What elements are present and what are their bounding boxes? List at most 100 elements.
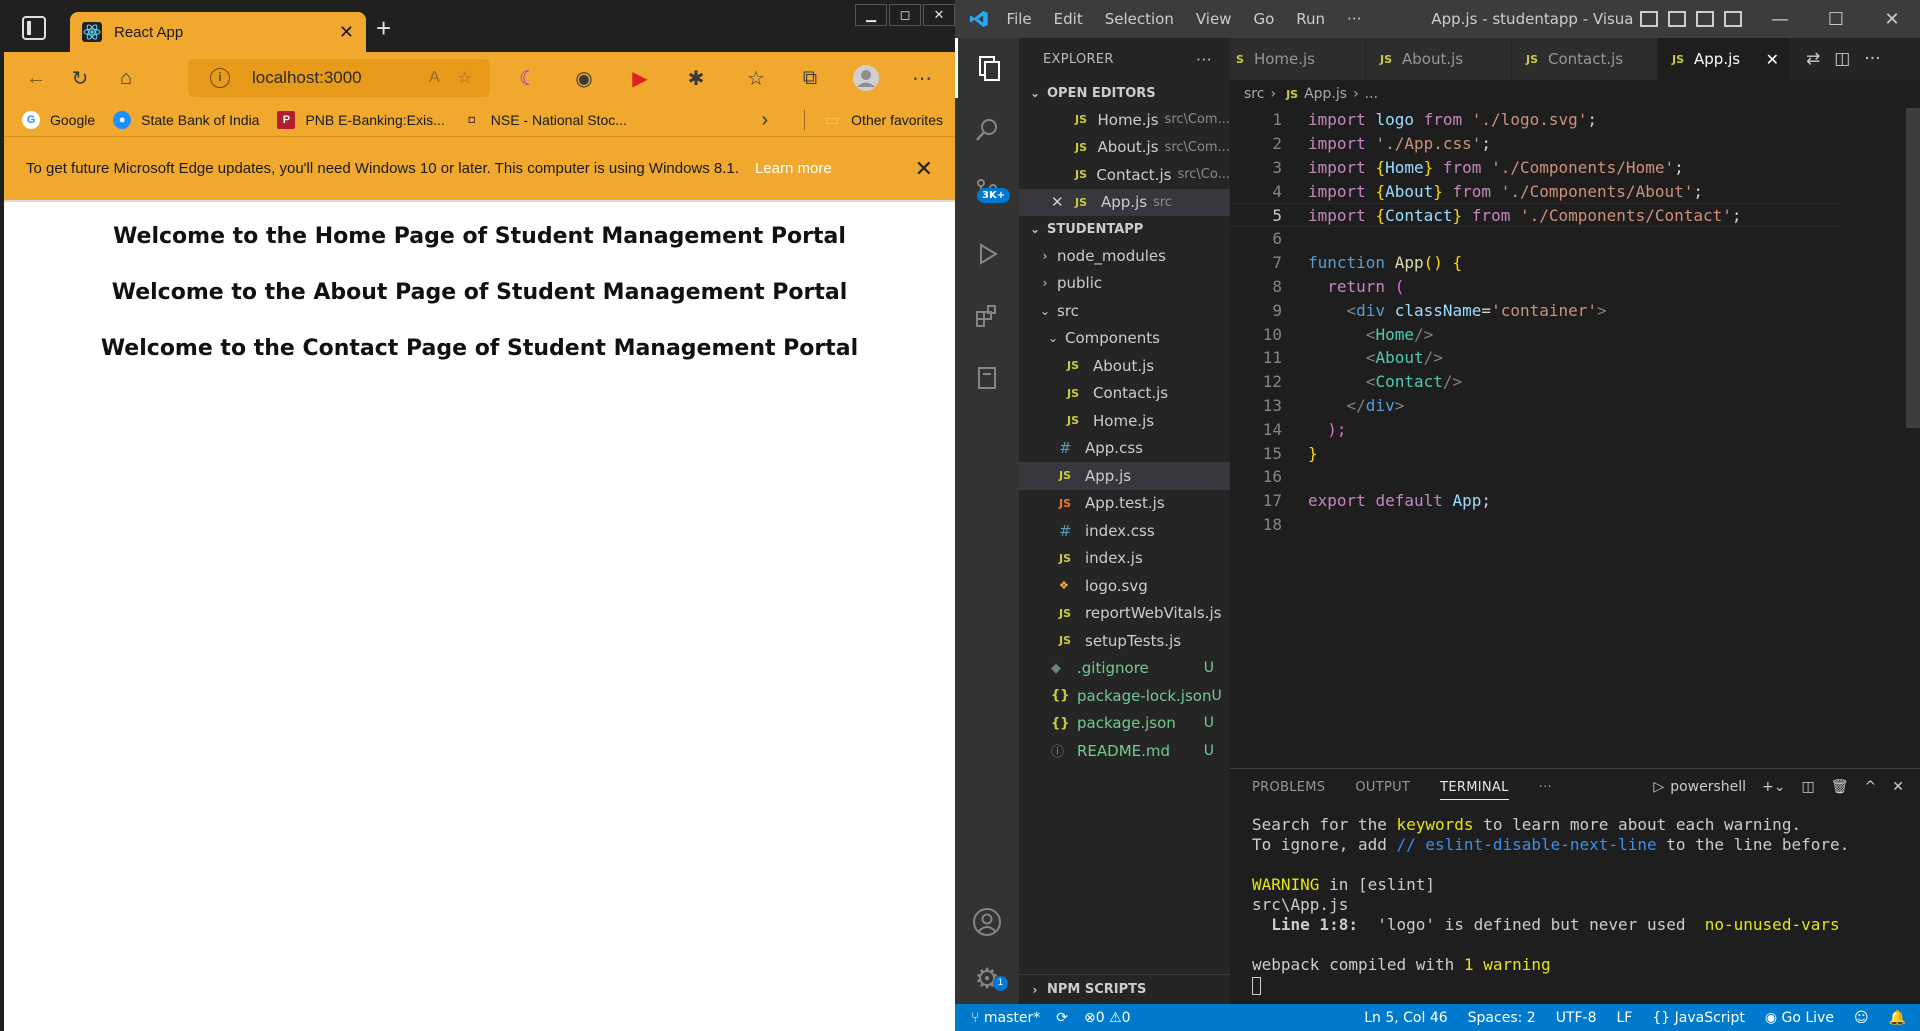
file-item-active[interactable]: JS App.js — [1019, 462, 1230, 490]
menu-edit[interactable]: Edit — [1054, 10, 1083, 28]
close-tab-icon[interactable]: ✕ — [1766, 50, 1779, 69]
file-item[interactable]: # App.css — [1019, 435, 1230, 463]
folder-src[interactable]: ⌄ src — [1019, 297, 1230, 325]
menu-selection[interactable]: Selection — [1105, 10, 1174, 28]
vs-minimize-icon[interactable]: — — [1752, 9, 1808, 30]
vs-close-icon[interactable]: ✕ — [1864, 9, 1920, 30]
toggle-sidebar-icon[interactable] — [1640, 11, 1658, 27]
refresh-icon[interactable]: ↻ — [66, 64, 94, 92]
extensions-icon[interactable] — [955, 286, 1019, 346]
favorite-sbi[interactable]: ● State Bank of India — [113, 111, 259, 129]
menu-file[interactable]: File — [1007, 10, 1032, 28]
file-item[interactable]: {} package.json U — [1019, 710, 1230, 738]
folder-public[interactable]: › public — [1019, 270, 1230, 298]
notifications-bell-icon[interactable]: 🔔 — [1889, 1010, 1906, 1026]
dark-reader-extension-icon[interactable]: ☾ — [514, 64, 542, 92]
tab-about-js[interactable]: JS About.js — [1366, 38, 1512, 80]
open-editor-item[interactable]: JS Home.js src\Com... — [1019, 106, 1230, 134]
run-debug-icon[interactable] — [955, 224, 1019, 284]
editor-more-icon[interactable]: ··· — [1864, 49, 1880, 69]
back-icon[interactable]: ← — [22, 64, 50, 92]
breadcrumb-file[interactable]: App.js — [1304, 86, 1347, 102]
editor-scrollbar[interactable] — [1906, 108, 1920, 428]
menu-go[interactable]: Go — [1253, 10, 1274, 28]
open-editor-item[interactable]: JS About.js src\Com... — [1019, 134, 1230, 162]
file-item[interactable]: {} package-lock.json U — [1019, 682, 1230, 710]
explorer-icon[interactable] — [955, 38, 1019, 98]
collections-icon[interactable]: ⧉ — [796, 64, 824, 92]
split-editor-icon[interactable]: ◫ — [1834, 49, 1850, 69]
folder-node-modules[interactable]: › node_modules — [1019, 242, 1230, 270]
favorite-google[interactable]: G Google — [22, 111, 95, 129]
new-tab-icon[interactable]: + — [376, 15, 391, 41]
maximize-icon[interactable]: ◻ — [889, 4, 921, 26]
go-live-button[interactable]: ◉ Go Live — [1765, 1010, 1834, 1026]
remote-explorer-icon[interactable] — [955, 348, 1019, 408]
accounts-icon[interactable] — [955, 892, 1019, 952]
toggle-secondary-sidebar-icon[interactable] — [1696, 11, 1714, 27]
tab-close-icon[interactable]: ✕ — [339, 23, 354, 41]
tab-contact-js[interactable]: JS Contact.js — [1512, 38, 1658, 80]
problems-status[interactable]: ⊗0 ⚠0 — [1084, 1010, 1131, 1026]
learn-more-link[interactable]: Learn more — [755, 160, 832, 177]
file-item[interactable]: ⓘ README.md U — [1019, 737, 1230, 765]
site-info-icon[interactable]: i — [210, 68, 230, 88]
file-item[interactable]: ◆ .gitignore U — [1019, 655, 1230, 683]
tab-terminal[interactable]: TERMINAL — [1440, 775, 1509, 800]
code-editor[interactable]: 1 import logo from './logo.svg'; 2 import … — [1230, 108, 1920, 768]
owl-extension-icon[interactable]: ◉ — [570, 64, 598, 92]
compare-changes-icon[interactable]: ⇄ — [1806, 49, 1820, 69]
kill-terminal-icon[interactable]: 🗑 — [1831, 779, 1849, 795]
tab-home-js[interactable]: S Home.js — [1230, 38, 1366, 80]
profile-avatar-icon[interactable] — [852, 64, 880, 92]
open-editor-item-active[interactable]: ✕ JS App.js src — [1019, 188, 1230, 216]
video-extension-icon[interactable]: ▶ — [626, 64, 654, 92]
explorer-more-icon[interactable]: ··· — [1196, 50, 1212, 69]
file-item[interactable]: JS Contact.js — [1019, 380, 1230, 408]
language-mode[interactable]: {} JavaScript — [1652, 1010, 1744, 1026]
close-editor-icon[interactable]: ✕ — [1051, 193, 1075, 211]
menu-run[interactable]: Run — [1296, 10, 1325, 28]
file-item[interactable]: JS setupTests.js — [1019, 627, 1230, 655]
more-menu-icon[interactable]: ⋯ — [908, 64, 936, 92]
search-icon[interactable] — [955, 100, 1019, 160]
manage-gear-icon[interactable]: ⚙ — [955, 948, 1019, 1008]
folder-components[interactable]: ⌄ Components — [1019, 325, 1230, 353]
file-item[interactable]: JS reportWebVitals.js — [1019, 600, 1230, 628]
terminal-output[interactable]: Search for the keywords to learn more ab… — [1230, 805, 1920, 995]
browser-tab-react-app[interactable]: React App ✕ — [70, 12, 366, 52]
favorite-pnb[interactable]: P PNB E-Banking:Exis... — [277, 111, 445, 129]
breadcrumb-folder[interactable]: src — [1244, 86, 1264, 102]
open-editors-section[interactable]: ⌄ OPEN EDITORS — [1019, 80, 1230, 106]
home-icon[interactable]: ⌂ — [112, 64, 140, 92]
favorites-icon[interactable]: ☆ — [742, 64, 770, 92]
tab-actions-icon[interactable] — [22, 16, 46, 40]
split-terminal-icon[interactable]: ◫ — [1802, 779, 1815, 795]
branch-status[interactable]: ⑂ master* — [971, 1010, 1040, 1026]
tab-problems[interactable]: PROBLEMS — [1252, 780, 1325, 795]
file-item[interactable]: ❖ logo.svg — [1019, 572, 1230, 600]
customize-layout-icon[interactable] — [1724, 11, 1742, 27]
read-aloud-icon[interactable]: A — [429, 69, 440, 87]
extensions-icon[interactable]: ✱ — [682, 64, 710, 92]
file-item[interactable]: JS Home.js — [1019, 407, 1230, 435]
feedback-icon[interactable]: ☺ — [1854, 1010, 1869, 1026]
file-item[interactable]: JS About.js — [1019, 352, 1230, 380]
toggle-panel-icon[interactable] — [1668, 11, 1686, 27]
address-bar[interactable]: i localhost:3000 A ☆ — [188, 59, 490, 97]
file-item[interactable]: JS App.test.js — [1019, 490, 1230, 518]
menu-more[interactable]: ··· — [1347, 10, 1361, 28]
panel-more[interactable]: ··· — [1539, 780, 1552, 795]
cursor-position[interactable]: Ln 5, Col 46 — [1364, 1010, 1447, 1026]
terminal-shell-label[interactable]: powershell — [1670, 779, 1746, 795]
end-of-line[interactable]: LF — [1617, 1010, 1633, 1026]
close-window-icon[interactable]: ✕ — [923, 4, 955, 26]
breadcrumb-more[interactable]: ... — [1365, 86, 1378, 102]
add-favorite-icon[interactable]: ☆ — [458, 68, 472, 88]
npm-scripts-section[interactable]: › NPM SCRIPTS — [1019, 974, 1230, 1004]
infobar-close-icon[interactable]: ✕ — [915, 156, 933, 182]
tab-app-js[interactable]: JS App.js ✕ — [1658, 38, 1790, 80]
menu-view[interactable]: View — [1196, 10, 1232, 28]
tab-output[interactable]: OUTPUT — [1355, 780, 1410, 795]
indentation[interactable]: Spaces: 2 — [1468, 1010, 1536, 1026]
